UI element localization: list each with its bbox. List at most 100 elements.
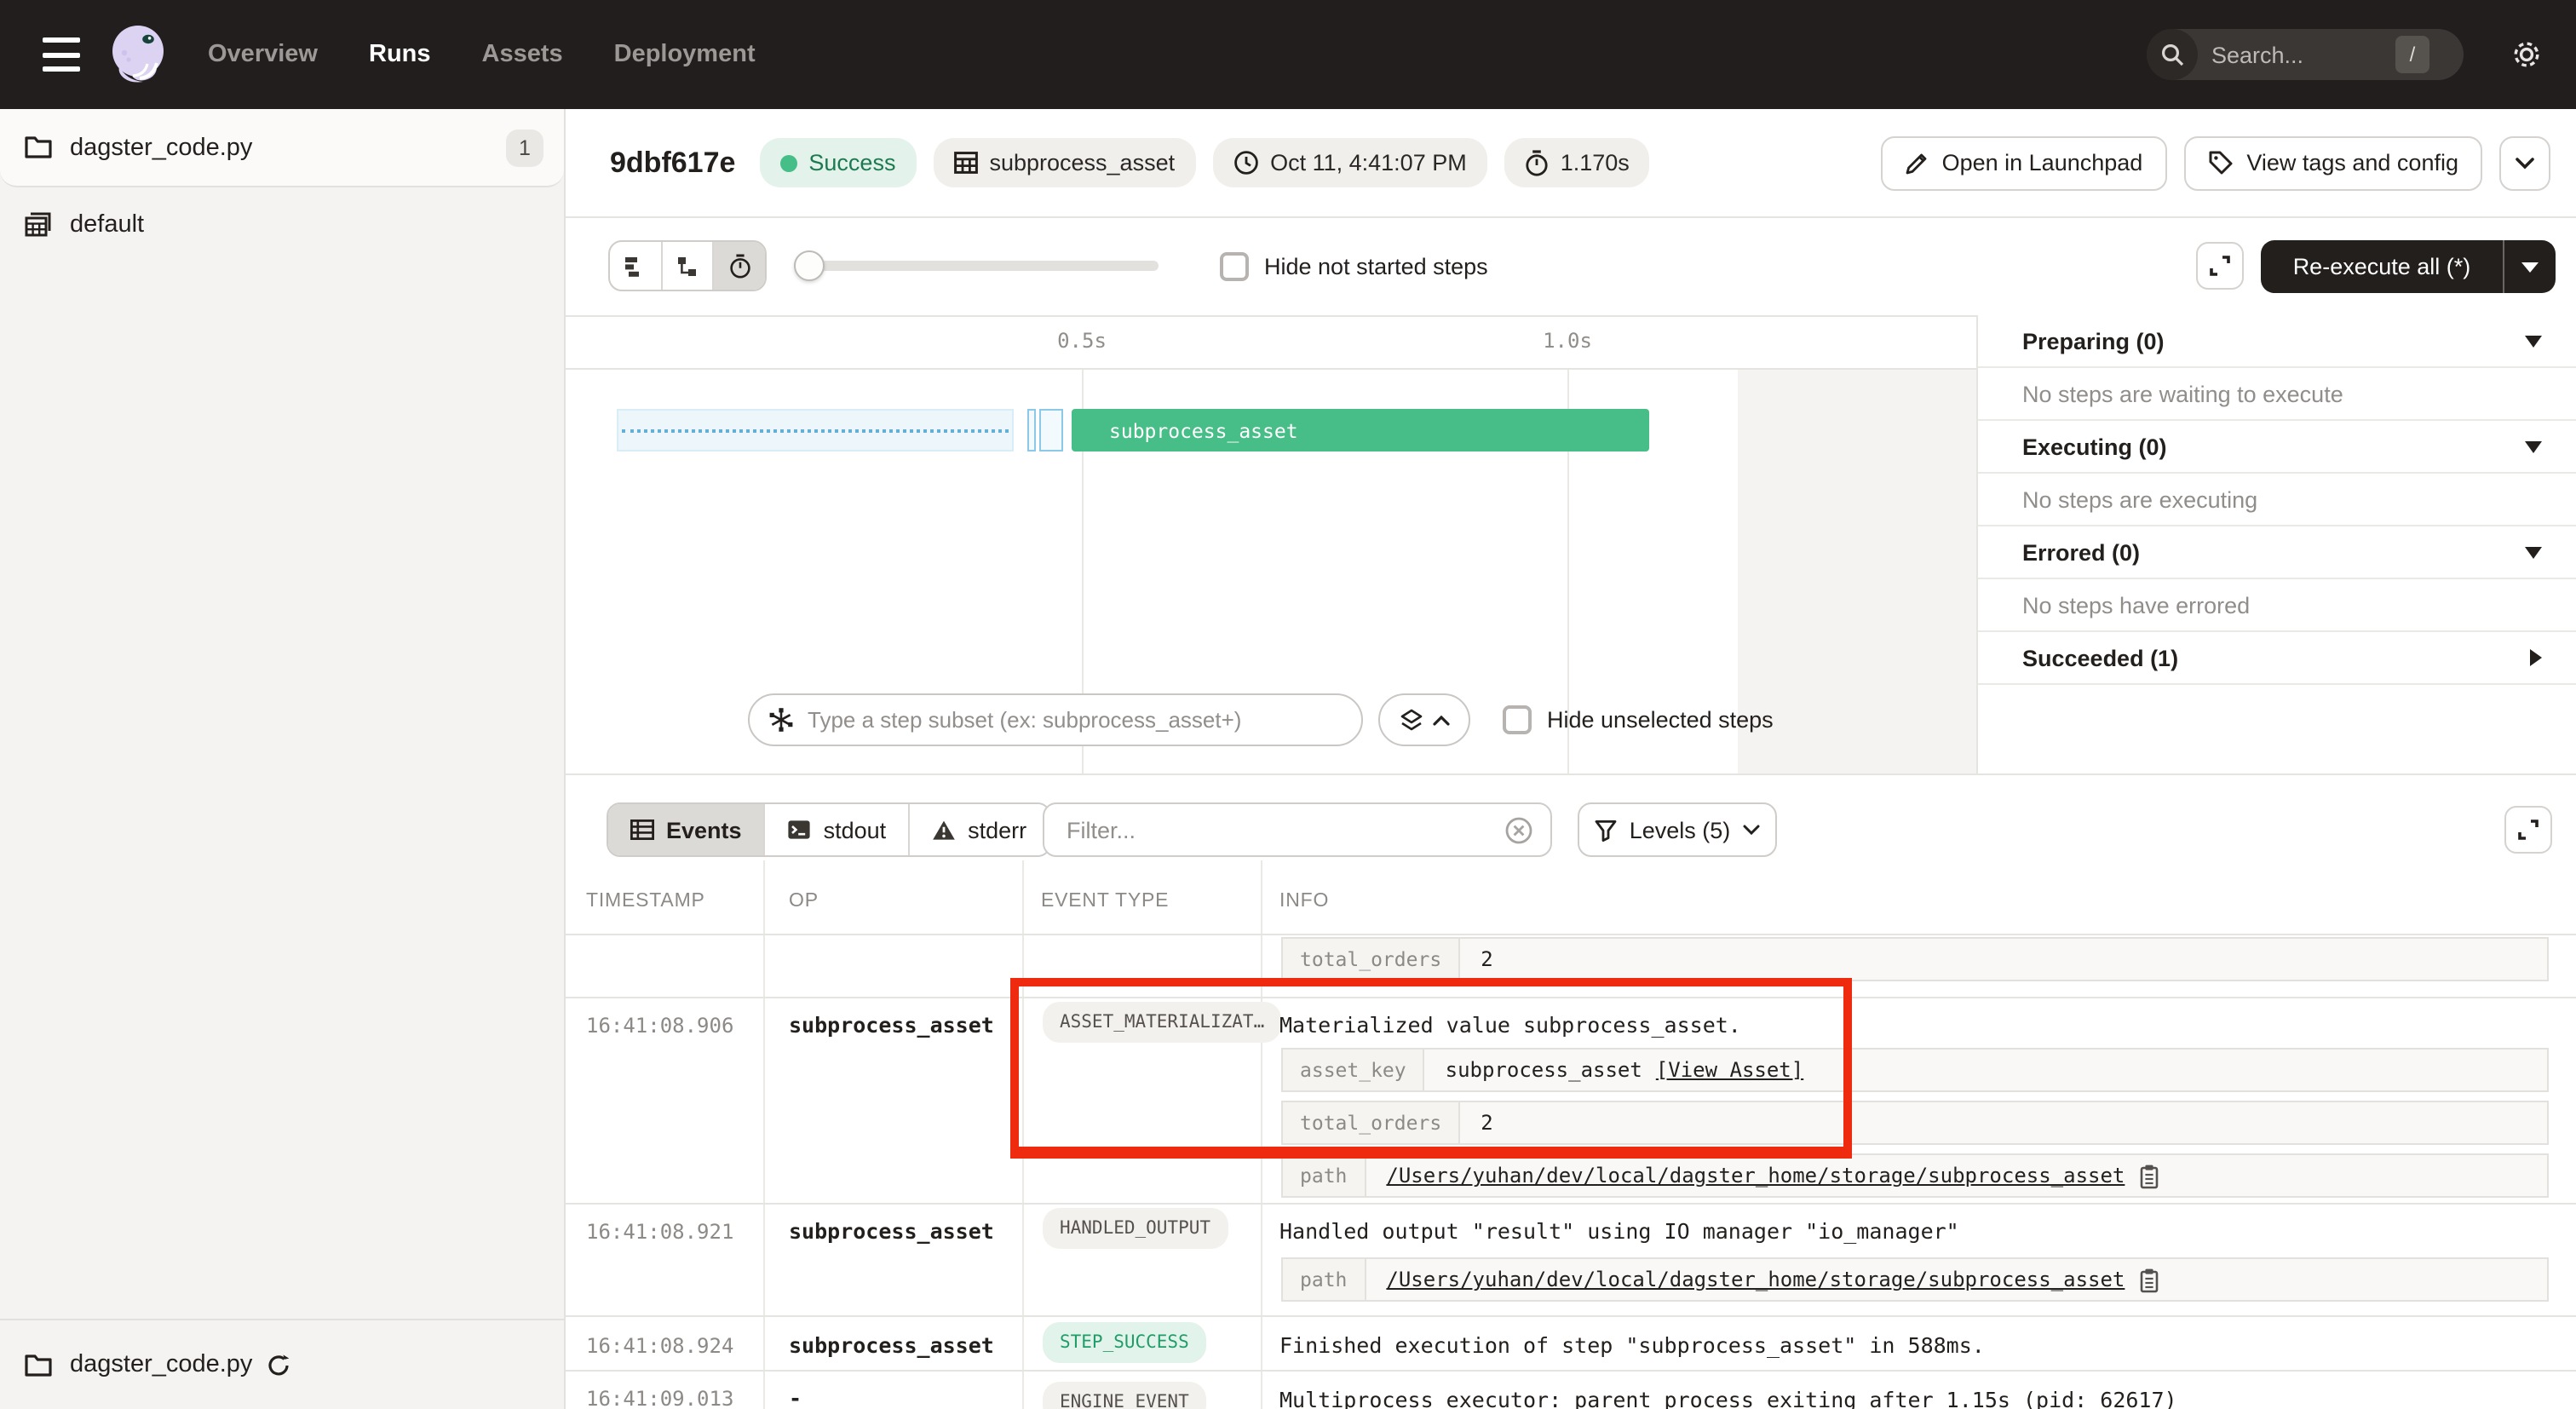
search-input[interactable] bbox=[2211, 42, 2389, 67]
view-mode-timed-button[interactable] bbox=[715, 242, 765, 290]
log-filter-field bbox=[1043, 802, 1552, 857]
nav-item-runs[interactable]: Runs bbox=[369, 41, 431, 68]
metadata-row: total_orders 2 bbox=[1281, 937, 2549, 981]
log-tabs: Events stdout stderr bbox=[607, 802, 1050, 857]
gantt-view-mode-group bbox=[608, 240, 767, 291]
metadata-row: total_orders 2 bbox=[1281, 1101, 2549, 1145]
duration-tag: 1.170s bbox=[1504, 138, 1650, 187]
panel-section-preparing[interactable]: Preparing (0) bbox=[1978, 315, 2576, 368]
event-timestamp: 16:41:08.921 bbox=[586, 1220, 733, 1244]
zoom-slider-track[interactable] bbox=[809, 261, 1159, 271]
caret-down-icon bbox=[2525, 546, 2542, 558]
metadata-row: asset_key subprocess_asset[View Asset] bbox=[1281, 1048, 2549, 1092]
chevron-down-icon bbox=[1742, 825, 1759, 835]
fullscreen-icon bbox=[2208, 254, 2232, 278]
run-id: 9dbf617e bbox=[610, 146, 735, 180]
terminal-icon bbox=[788, 820, 812, 840]
open-in-launchpad-button[interactable]: Open in Launchpad bbox=[1881, 135, 2167, 190]
sidebar-item-default[interactable]: default bbox=[0, 199, 564, 250]
gantt-fullscreen-button[interactable] bbox=[2196, 242, 2244, 290]
event-info-text: Multiprocess executor: parent process ex… bbox=[1279, 1387, 2177, 1409]
event-op[interactable]: subprocess_asset bbox=[789, 1332, 994, 1358]
settings-gear-icon[interactable] bbox=[2508, 36, 2545, 73]
reexecute-all-button[interactable]: Re-execute all (*) bbox=[2261, 240, 2503, 293]
job-tag[interactable]: subprocess_asset bbox=[933, 138, 1195, 187]
copy-icon[interactable] bbox=[2138, 1163, 2160, 1188]
global-search[interactable]: / bbox=[2147, 29, 2464, 80]
view-asset-link[interactable]: [View Asset] bbox=[1656, 1058, 1803, 1082]
event-type-badge: ENGINE_EVENT bbox=[1043, 1382, 1206, 1409]
pencil-icon bbox=[1905, 151, 1929, 175]
panel-info-row: No steps are executing bbox=[1978, 474, 2576, 526]
event-type-badge: HANDLED_OUTPUT bbox=[1043, 1208, 1228, 1249]
tab-events[interactable]: Events bbox=[608, 804, 766, 855]
logs-fullscreen-button[interactable] bbox=[2504, 806, 2552, 854]
status-dot-icon bbox=[779, 154, 796, 171]
run-count-badge: 1 bbox=[506, 129, 543, 166]
event-info-text: Materialized value subprocess_asset. bbox=[1279, 1012, 1741, 1038]
storage-path-link[interactable]: /Users/yuhan/dev/local/dagster_home/stor… bbox=[1386, 1268, 2125, 1291]
hamburger-menu-icon[interactable] bbox=[43, 37, 80, 72]
levels-filter-button[interactable]: Levels (5) bbox=[1578, 802, 1777, 857]
panel-info-row: No steps have errored bbox=[1978, 579, 2576, 632]
view-tags-config-button[interactable]: View tags and config bbox=[2183, 135, 2482, 190]
event-op[interactable]: subprocess_asset bbox=[789, 1012, 994, 1038]
chevron-down-icon bbox=[2515, 156, 2535, 170]
hide-not-started-checkbox[interactable] bbox=[1220, 252, 1249, 281]
reload-icon[interactable] bbox=[266, 1352, 291, 1377]
metadata-row: path /Users/yuhan/dev/local/dagster_home… bbox=[1281, 1257, 2549, 1302]
copy-icon[interactable] bbox=[2138, 1267, 2160, 1292]
nav-item-deployment[interactable]: Deployment bbox=[614, 41, 756, 68]
panel-section-executing[interactable]: Executing (0) bbox=[1978, 421, 2576, 474]
fullscreen-icon bbox=[2516, 818, 2540, 842]
event-info-text: Handled output "result" using IO manager… bbox=[1279, 1218, 1959, 1244]
storage-path-link[interactable]: /Users/yuhan/dev/local/dagster_home/stor… bbox=[1386, 1164, 2125, 1188]
event-type-badge: ASSET_MATERIALIZAT… bbox=[1043, 1002, 1281, 1043]
gantt-waiting-bar bbox=[617, 409, 1014, 451]
col-header-op[interactable]: OP bbox=[789, 891, 819, 912]
folder-icon bbox=[24, 1352, 53, 1377]
event-timestamp: 16:41:09.013 bbox=[586, 1387, 733, 1409]
code-location-row[interactable]: dagster_code.py 1 bbox=[0, 109, 564, 187]
reexecute-dropdown-button[interactable] bbox=[2504, 240, 2556, 293]
step-subset-input[interactable] bbox=[808, 707, 1344, 733]
view-mode-flat-button[interactable] bbox=[610, 242, 662, 290]
waterfall-view-icon bbox=[676, 255, 699, 277]
zoom-slider-handle[interactable] bbox=[794, 250, 825, 281]
run-header: 9dbf617e Success subprocess_asset bbox=[566, 109, 2576, 218]
stopwatch-icon bbox=[1525, 149, 1549, 176]
panel-info-row: No steps are waiting to execute bbox=[1978, 368, 2576, 421]
dagster-logo-icon[interactable] bbox=[102, 19, 174, 90]
event-timestamp: 16:41:08.906 bbox=[586, 1014, 733, 1038]
hide-unselected-checkbox[interactable] bbox=[1503, 705, 1532, 734]
caret-down-icon bbox=[2525, 440, 2542, 452]
caret-down-icon bbox=[2521, 262, 2539, 272]
run-actions-chevron-button[interactable] bbox=[2499, 135, 2550, 190]
log-filter-input[interactable] bbox=[1067, 817, 1504, 843]
clock-icon bbox=[1233, 150, 1258, 175]
warning-triangle-icon bbox=[932, 820, 956, 841]
gantt-prep-segment bbox=[1027, 409, 1036, 451]
nav-item-assets[interactable]: Assets bbox=[482, 41, 563, 68]
tab-stderr[interactable]: stderr bbox=[910, 804, 1049, 855]
step-subset-field bbox=[748, 693, 1363, 746]
search-shortcut-key: / bbox=[2395, 36, 2429, 73]
gantt-step-bar[interactable]: subprocess_asset bbox=[1072, 409, 1649, 451]
status-badge: Success bbox=[759, 138, 916, 187]
event-op[interactable]: subprocess_asset bbox=[789, 1218, 994, 1244]
caret-right-icon bbox=[2530, 649, 2542, 666]
tab-stdout[interactable]: stdout bbox=[766, 804, 911, 855]
nav-item-overview[interactable]: Overview bbox=[208, 41, 318, 68]
graph-query-toggle-button[interactable] bbox=[1378, 693, 1470, 746]
panel-section-errored[interactable]: Errored (0) bbox=[1978, 526, 2576, 579]
step-status-panel: Preparing (0) No steps are waiting to ex… bbox=[1976, 315, 2576, 774]
col-header-info[interactable]: INFO bbox=[1279, 891, 1329, 912]
clear-filter-icon[interactable] bbox=[1504, 815, 1533, 844]
repository-label: default bbox=[70, 211, 144, 239]
view-mode-waterfall-button[interactable] bbox=[662, 242, 714, 290]
col-header-event-type[interactable]: EVENT TYPE bbox=[1041, 891, 1169, 912]
start-time-tag: Oct 11, 4:41:07 PM bbox=[1212, 138, 1487, 187]
event-timestamp: 16:41:08.924 bbox=[586, 1334, 733, 1358]
panel-section-succeeded[interactable]: Succeeded (1) bbox=[1978, 632, 2576, 685]
col-header-timestamp[interactable]: TIMESTAMP bbox=[586, 891, 705, 912]
